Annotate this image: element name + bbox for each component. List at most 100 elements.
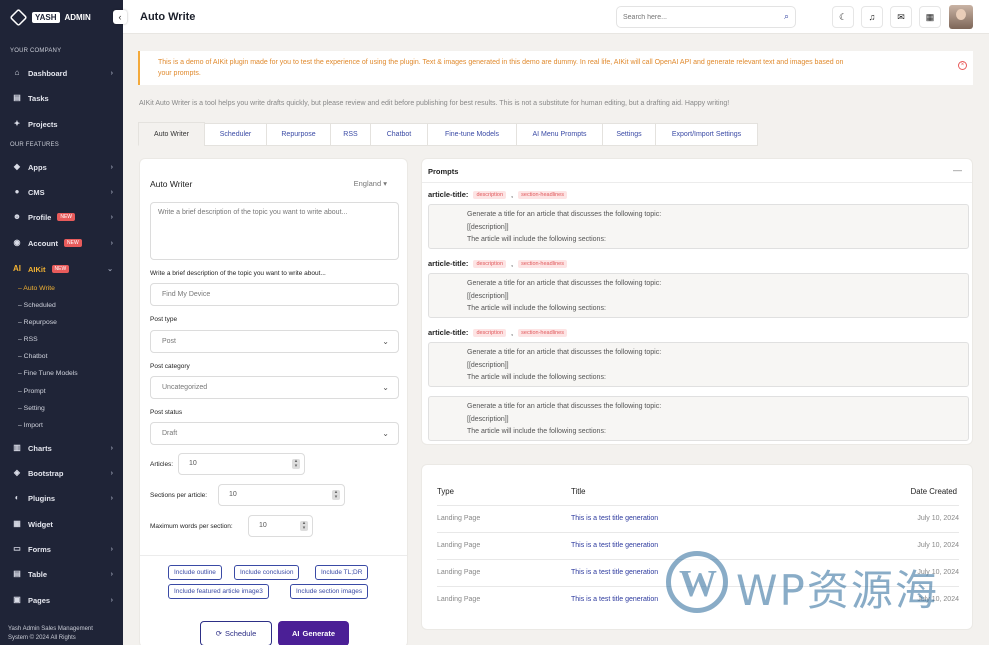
avatar[interactable] xyxy=(949,5,973,29)
chevron-right-icon: › xyxy=(110,570,113,578)
include-tldr-toggle[interactable]: Include TL;DR xyxy=(315,565,369,580)
post-status-label: Post status xyxy=(150,409,183,416)
post-status-select[interactable]: Draft ⌄ xyxy=(150,422,399,445)
sidebar-subitem-chatbot[interactable]: – Chatbot xyxy=(18,353,47,360)
tab-ai-menu-prompts[interactable]: AI Menu Prompts xyxy=(516,123,603,146)
sidebar-item-table[interactable]: ▤ Table › xyxy=(12,567,113,581)
tab-auto-writer[interactable]: Auto Writer xyxy=(138,122,205,146)
sidebar-item-cms[interactable]: ● CMS › xyxy=(12,185,113,199)
sidebar-subitem-fine-tune[interactable]: – Fine Tune Models xyxy=(18,370,78,377)
sidebar-item-plugins[interactable]: ◐ Plugins › xyxy=(12,491,113,505)
sidebar-item-account[interactable]: ◉ Account NEW › xyxy=(12,236,114,250)
sidebar-item-tasks[interactable]: ▤ Tasks xyxy=(12,91,113,105)
sidebar-subitem-prompt[interactable]: – Prompt xyxy=(18,388,46,395)
tab-repurpose[interactable]: Repurpose xyxy=(266,123,331,146)
logo-text: ADMIN xyxy=(64,13,91,22)
language-select[interactable]: England ▾ xyxy=(354,179,387,188)
sidebar-item-label: Charts xyxy=(28,443,52,453)
sidebar-item-pages[interactable]: ▣ Pages › xyxy=(12,593,113,607)
sidebar-item-aikit[interactable]: AI AIKit NEW ⌄ xyxy=(12,262,113,276)
sidebar-item-forms[interactable]: ▭ Forms › xyxy=(12,542,113,556)
cell-type: Landing Page xyxy=(437,515,481,522)
prompt-textarea[interactable]: Generate a title for an article that dis… xyxy=(428,396,969,441)
calendar-button[interactable]: ▦ xyxy=(919,6,941,28)
sidebar-item-label: Apps xyxy=(28,162,47,172)
sidebar-item-apps[interactable]: ◆ Apps › xyxy=(12,160,113,174)
prompt-line: [[description]] xyxy=(467,361,509,369)
sidebar-footer: Yash Admin Sales Management System © 202… xyxy=(8,625,118,643)
cell-title-link[interactable]: This is a test title generation xyxy=(571,515,658,522)
sidebar-item-widget[interactable]: ▦ Widget xyxy=(12,517,113,531)
sidebar-item-label: Table xyxy=(28,569,48,579)
post-category-select[interactable]: Uncategorized ⌄ xyxy=(150,376,399,399)
tag: description xyxy=(473,328,507,337)
include-section-images-toggle[interactable]: Include section images xyxy=(290,584,369,599)
language-value: England xyxy=(353,179,382,188)
tab-fine-tune-models[interactable]: Fine-tune Models xyxy=(427,123,517,146)
prompt-line: The article will include the following s… xyxy=(467,428,606,435)
cell-title-link[interactable]: This is a test title generation xyxy=(571,569,658,576)
prompt-line: Generate a title for an article that dis… xyxy=(467,280,662,287)
close-icon[interactable]: × xyxy=(958,61,967,70)
sidebar-item-bootstrap[interactable]: ◈ Bootstrap › xyxy=(12,466,113,480)
prompt-textarea[interactable]: Generate a title for an article that dis… xyxy=(428,273,969,318)
widget-icon: ▦ xyxy=(13,519,21,528)
home-icon: ⌂ xyxy=(14,68,20,77)
include-conclusion-toggle[interactable]: Include conclusion xyxy=(234,565,300,580)
sidebar-subitem-scheduled[interactable]: – Scheduled xyxy=(18,302,56,309)
tab-export-import-settings[interactable]: Export/Import Settings xyxy=(655,123,758,146)
words-input[interactable]: 10 ▴ ▾ xyxy=(248,515,313,537)
generate-button[interactable]: AI Generate xyxy=(278,621,349,645)
post-type-value: Post xyxy=(162,338,177,345)
prompt-key: article-title: xyxy=(428,328,469,337)
search-box: ⌕ xyxy=(616,6,796,28)
separator: , xyxy=(511,259,514,268)
messages-button[interactable]: ✉ xyxy=(890,6,912,28)
sidebar-subitem-auto-write[interactable]: – Auto Write xyxy=(18,285,55,292)
keywords-input[interactable]: Find My Device xyxy=(150,283,399,306)
stepper-icon[interactable]: ▴ ▾ xyxy=(332,490,340,500)
sidebar-collapse-button[interactable]: ‹ xyxy=(113,10,127,24)
search-input[interactable] xyxy=(617,7,767,27)
sidebar-item-profile[interactable]: ☻ Profile NEW › xyxy=(12,210,113,224)
cell-title-link[interactable]: This is a test title generation xyxy=(571,596,658,603)
cell-title-link[interactable]: This is a test title generation xyxy=(571,542,658,549)
sidebar-item-charts[interactable]: ▥ Charts › xyxy=(12,441,113,455)
subitem-label: Fine Tune Models xyxy=(23,370,78,377)
form-title: Auto Writer xyxy=(150,179,193,189)
column-header-type: Type xyxy=(437,487,454,496)
search-icon[interactable]: ⌕ xyxy=(784,11,789,22)
include-outline-toggle[interactable]: Include outline xyxy=(168,565,222,580)
prompt-textarea[interactable]: Generate a title for an article that dis… xyxy=(428,342,969,387)
words-value: 10 xyxy=(259,522,267,529)
sections-input[interactable]: 10 ▴ ▾ xyxy=(218,484,345,506)
sidebar-item-dashboard[interactable]: ⌂ Dashboard › xyxy=(12,66,113,80)
include-featured-image-toggle[interactable]: Include featured article image3 xyxy=(168,584,269,599)
tab-settings[interactable]: Settings xyxy=(602,123,656,146)
stepper-icon[interactable]: ▴ ▾ xyxy=(292,459,300,469)
prompt-textarea[interactable]: Generate a title for an article that dis… xyxy=(428,204,969,249)
sidebar-subitem-rss[interactable]: – RSS xyxy=(18,336,38,343)
notifications-button[interactable]: ♫ xyxy=(861,6,883,28)
sidebar-subitem-setting[interactable]: – Setting xyxy=(18,405,45,412)
chevron-right-icon: › xyxy=(110,188,113,196)
sidebar-subitem-import[interactable]: – Import xyxy=(18,422,43,429)
table-icon: ▤ xyxy=(13,569,21,578)
tab-rss[interactable]: RSS xyxy=(330,123,371,146)
collapse-icon[interactable]: — xyxy=(953,165,962,175)
topic-textarea[interactable]: Write a brief description of the topic y… xyxy=(150,202,399,260)
articles-input[interactable]: 10 ▴ ▾ xyxy=(178,453,305,475)
sidebar-item-projects[interactable]: ✦ Projects xyxy=(12,117,113,131)
dark-mode-button[interactable]: ☾ xyxy=(832,6,854,28)
tab-scheduler[interactable]: Scheduler xyxy=(204,123,267,146)
sections-label: Sections per article: xyxy=(150,492,208,499)
sidebar-subitem-repurpose[interactable]: – Repurpose xyxy=(18,319,57,326)
stepper-icon[interactable]: ▴ ▾ xyxy=(300,521,308,531)
auto-writer-form: Auto Writer England ▾ Write a brief desc… xyxy=(139,158,408,645)
sidebar-item-label: Account xyxy=(28,238,58,248)
bootstrap-icon: ◈ xyxy=(13,468,21,477)
logo[interactable]: YASH ADMIN xyxy=(9,8,91,27)
schedule-button[interactable]: ⟳ Schedule xyxy=(200,621,272,645)
tab-chatbot[interactable]: Chatbot xyxy=(370,123,428,146)
post-type-select[interactable]: Post ⌄ xyxy=(150,330,399,353)
